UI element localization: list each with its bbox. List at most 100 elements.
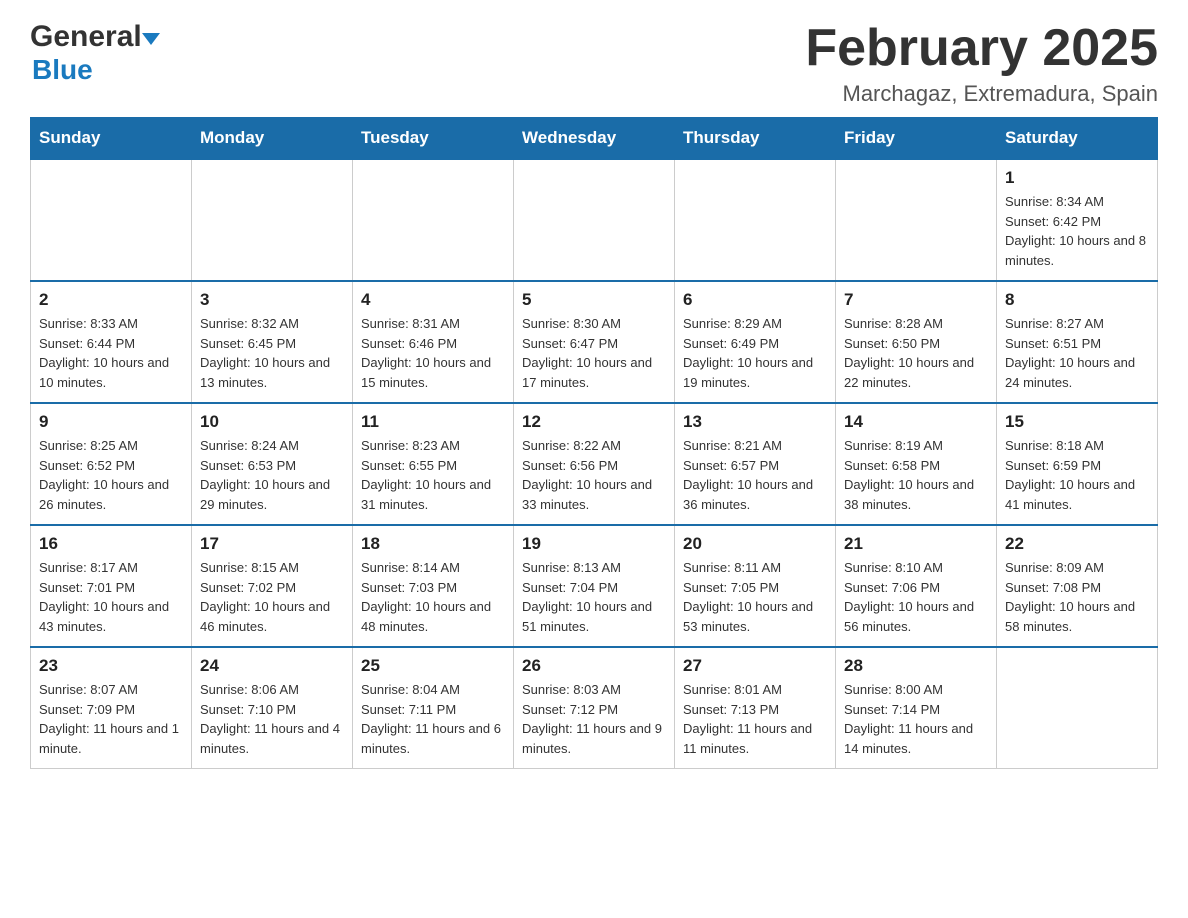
day-number: 6 (683, 290, 827, 310)
day-info-text: Sunrise: 8:25 AM (39, 436, 183, 456)
day-info-text: Sunrise: 8:01 AM (683, 680, 827, 700)
day-info-text: Sunrise: 8:21 AM (683, 436, 827, 456)
day-info-text: Daylight: 10 hours and 17 minutes. (522, 353, 666, 392)
day-info-text: Sunset: 6:47 PM (522, 334, 666, 354)
day-info-text: Sunset: 7:05 PM (683, 578, 827, 598)
location-subtitle: Marchagaz, Extremadura, Spain (805, 81, 1158, 107)
day-number: 18 (361, 534, 505, 554)
logo-arrow-icon (142, 33, 160, 45)
day-info-text: Sunrise: 8:18 AM (1005, 436, 1149, 456)
table-row: 22Sunrise: 8:09 AMSunset: 7:08 PMDayligh… (997, 525, 1158, 647)
table-row: 12 Sunrise: 8:22 AMSunset: 6:56 PMDayligh… (514, 403, 675, 525)
table-row: 19Sunrise: 8:13 AMSunset: 7:04 PMDayligh… (514, 525, 675, 647)
header-sunday: Sunday (31, 118, 192, 160)
day-info-text: Daylight: 10 hours and 13 minutes. (200, 353, 344, 392)
day-info-text: Sunrise: 8:33 AM (39, 314, 183, 334)
day-number: 5 (522, 290, 666, 310)
table-row (675, 159, 836, 281)
day-info-text: Sunrise: 8:27 AM (1005, 314, 1149, 334)
day-info-text: Sunrise: 8:31 AM (361, 314, 505, 334)
day-info-text: Daylight: 10 hours and 41 minutes. (1005, 475, 1149, 514)
table-row: 20Sunrise: 8:11 AMSunset: 7:05 PMDayligh… (675, 525, 836, 647)
day-info-text: Sunrise: 8:29 AM (683, 314, 827, 334)
table-row: 1Sunrise: 8:34 AMSunset: 6:42 PMDaylight… (997, 159, 1158, 281)
day-info-text: Sunset: 6:46 PM (361, 334, 505, 354)
calendar-week-row: 2 Sunrise: 8:33 AMSunset: 6:44 PM Daylight… (31, 281, 1158, 403)
day-number: 28 (844, 656, 988, 676)
day-info-text: Sunset: 7:13 PM (683, 700, 827, 720)
day-info-text: Sunset: 7:14 PM (844, 700, 988, 720)
table-row: 14Sunrise: 8:19 AMSunset: 6:58 PMDayligh… (836, 403, 997, 525)
day-info-text: Sunrise: 8:15 AM (200, 558, 344, 578)
day-number: 10 (200, 412, 344, 432)
day-number: 26 (522, 656, 666, 676)
day-info-text: Daylight: 10 hours and 22 minutes. (844, 353, 988, 392)
month-year-title: February 2025 (805, 20, 1158, 77)
table-row: 13Sunrise: 8:21 AMSunset: 6:57 PMDayligh… (675, 403, 836, 525)
header-monday: Monday (192, 118, 353, 160)
day-info-text: Daylight: 10 hours and 19 minutes. (683, 353, 827, 392)
day-info-text: Sunset: 7:08 PM (1005, 578, 1149, 598)
calendar-header-row: Sunday Monday Tuesday Wednesday Thursday… (31, 118, 1158, 160)
day-number: 24 (200, 656, 344, 676)
day-info-text: Sunrise: 8:04 AM (361, 680, 505, 700)
day-info-text: Sunrise: 8:28 AM (844, 314, 988, 334)
table-row: 27Sunrise: 8:01 AMSunset: 7:13 PMDayligh… (675, 647, 836, 769)
day-info-text: Sunrise: 8:03 AM (522, 680, 666, 700)
day-info-text: Sunrise: 8:34 AM (1005, 192, 1149, 212)
day-info-text: Sunset: 6:42 PM (1005, 212, 1149, 232)
table-row: 16Sunrise: 8:17 AMSunset: 7:01 PMDayligh… (31, 525, 192, 647)
day-info-text: Daylight: 10 hours and 38 minutes. (844, 475, 988, 514)
day-info-text: Sunset: 7:04 PM (522, 578, 666, 598)
day-number: 13 (683, 412, 827, 432)
table-row (192, 159, 353, 281)
day-info-text: Sunset: 6:56 PM (522, 456, 666, 476)
day-number: 12 (522, 412, 666, 432)
table-row: 28Sunrise: 8:00 AMSunset: 7:14 PMDayligh… (836, 647, 997, 769)
day-info-text: Daylight: 11 hours and 4 minutes. (200, 719, 344, 758)
day-number: 4 (361, 290, 505, 310)
table-row: 3Sunrise: 8:32 AMSunset: 6:45 PMDaylight… (192, 281, 353, 403)
table-row (997, 647, 1158, 769)
calendar-week-row: 23Sunrise: 8:07 AMSunset: 7:09 PMDayligh… (31, 647, 1158, 769)
table-row: 6 Sunrise: 8:29 AMSunset: 6:49 PMDaylight… (675, 281, 836, 403)
day-info-text: Sunset: 6:55 PM (361, 456, 505, 476)
day-info-text: Sunset: 6:57 PM (683, 456, 827, 476)
day-info-text: Sunrise: 8:22 AM (522, 436, 666, 456)
day-info-text: Sunset: 6:50 PM (844, 334, 988, 354)
day-info-text: Sunset: 7:03 PM (361, 578, 505, 598)
table-row: 15Sunrise: 8:18 AMSunset: 6:59 PMDayligh… (997, 403, 1158, 525)
logo: General Blue (30, 20, 157, 86)
day-info-text: Sunrise: 8:30 AM (522, 314, 666, 334)
table-row: 4Sunrise: 8:31 AMSunset: 6:46 PMDaylight… (353, 281, 514, 403)
table-row: 23Sunrise: 8:07 AMSunset: 7:09 PMDayligh… (31, 647, 192, 769)
day-number: 21 (844, 534, 988, 554)
table-row (514, 159, 675, 281)
day-info-text: Daylight: 10 hours and 53 minutes. (683, 597, 827, 636)
day-info-text: Sunset: 7:01 PM (39, 578, 183, 598)
calendar-week-row: 16Sunrise: 8:17 AMSunset: 7:01 PMDayligh… (31, 525, 1158, 647)
day-info-text: Sunrise: 8:09 AM (1005, 558, 1149, 578)
day-info-text: Daylight: 10 hours and 43 minutes. (39, 597, 183, 636)
day-number: 11 (361, 412, 505, 432)
day-info-text: Daylight: 10 hours and 31 minutes. (361, 475, 505, 514)
header-wednesday: Wednesday (514, 118, 675, 160)
day-info-text: Daylight: 10 hours and 46 minutes. (200, 597, 344, 636)
day-number: 8 (1005, 290, 1149, 310)
day-info-text: Daylight: 10 hours and 33 minutes. (522, 475, 666, 514)
day-info-text: Daylight: 10 hours and 26 minutes. (39, 475, 183, 514)
day-info-text: Sunrise: 8:07 AM (39, 680, 183, 700)
day-number: 17 (200, 534, 344, 554)
day-info-text: Sunset: 7:02 PM (200, 578, 344, 598)
day-info-text: Sunset: 6:44 PM (39, 334, 183, 354)
table-row: 9Sunrise: 8:25 AMSunset: 6:52 PMDaylight… (31, 403, 192, 525)
day-number: 2 (39, 290, 183, 310)
day-info-text: Sunset: 6:49 PM (683, 334, 827, 354)
day-info-text: Sunrise: 8:06 AM (200, 680, 344, 700)
day-info-text: Sunrise: 8:13 AM (522, 558, 666, 578)
day-info-text: Sunrise: 8:00 AM (844, 680, 988, 700)
table-row (31, 159, 192, 281)
day-number: 1 (1005, 168, 1149, 188)
table-row: 11Sunrise: 8:23 AMSunset: 6:55 PMDayligh… (353, 403, 514, 525)
table-row: 2Sunrise: 8:33 AMSunset: 6:44 PMDaylight… (31, 281, 192, 403)
